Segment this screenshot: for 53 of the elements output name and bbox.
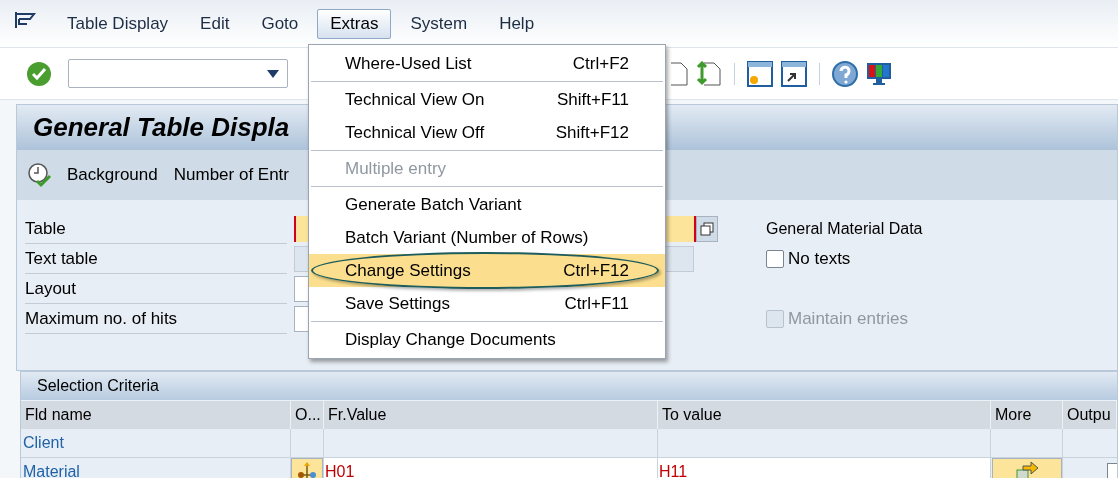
screen-title: General Table Displa xyxy=(33,111,290,144)
section-title: Selection Criteria xyxy=(37,376,159,396)
menu-item[interactable]: Technical View On Shift+F11 xyxy=(309,83,665,116)
monitor-icon[interactable] xyxy=(866,60,892,87)
checkbox-label: Maintain entries xyxy=(788,308,908,331)
clock-check-icon xyxy=(27,162,53,188)
column-header: O... xyxy=(291,400,324,429)
checkbox[interactable] xyxy=(766,250,784,268)
toolbar-button[interactable]: Background xyxy=(27,160,158,190)
column-header: Fld name xyxy=(21,400,291,429)
arrow-box-icon xyxy=(1014,461,1039,478)
menu-item[interactable]: Change Settings Ctrl+F12 xyxy=(309,254,665,287)
column-header: To value xyxy=(658,400,991,429)
command-field[interactable] xyxy=(68,59,288,88)
page-arrows-icon[interactable] xyxy=(696,60,722,87)
column-header: Outpu xyxy=(1063,400,1117,429)
menu-bar-item[interactable]: Extras xyxy=(317,8,392,39)
field-label: Text table xyxy=(25,244,287,274)
field-label: Maximum no. of hits xyxy=(25,304,287,334)
option-icon xyxy=(296,461,318,478)
menu-bar-item[interactable]: Help xyxy=(486,8,548,39)
field-name-cell: Material xyxy=(21,458,291,478)
menu-item[interactable]: Save Settings Ctrl+F11 xyxy=(309,287,665,320)
menu-bar-item[interactable]: Goto xyxy=(248,8,312,39)
field-name-cell: Client xyxy=(21,429,291,458)
column-header: More xyxy=(991,400,1063,429)
option-button[interactable] xyxy=(291,458,323,478)
menu-item[interactable]: Technical View Off Shift+F12 xyxy=(309,116,665,149)
menu-bar-item[interactable]: Edit xyxy=(187,8,243,39)
page-arrow-icon[interactable] xyxy=(670,60,688,87)
more-button[interactable] xyxy=(991,458,1062,478)
menu-item[interactable]: Display Change Documents xyxy=(309,323,665,356)
help-icon[interactable] xyxy=(832,60,858,87)
menu-icon[interactable] xyxy=(14,10,38,29)
field-label: Table xyxy=(25,214,287,244)
window-sun-icon[interactable] xyxy=(747,60,773,87)
checkbox-label: No texts xyxy=(788,248,851,271)
output-checkbox[interactable] xyxy=(1107,463,1117,478)
dropdown-icon xyxy=(267,69,279,78)
check-icon[interactable] xyxy=(26,60,52,87)
from-value[interactable]: H01 xyxy=(325,460,355,478)
to-value[interactable]: H11 xyxy=(659,460,688,478)
menu-item[interactable]: Generate Batch Variant xyxy=(309,188,665,221)
field-label: Layout xyxy=(25,274,287,304)
menu-bar-item[interactable]: System xyxy=(397,8,481,39)
copy-icon xyxy=(700,222,714,236)
table-description: General Material Data xyxy=(766,219,923,239)
toolbar-button[interactable]: Number of Entr xyxy=(173,160,289,190)
menu-item: Multiple entry xyxy=(344,157,448,180)
column-header: Fr.Value xyxy=(324,400,658,429)
value-help-button[interactable] xyxy=(696,216,718,242)
menu-item[interactable]: Batch Variant (Number of Rows) xyxy=(309,221,665,254)
menu-bar-item[interactable]: Table Display xyxy=(54,8,182,39)
